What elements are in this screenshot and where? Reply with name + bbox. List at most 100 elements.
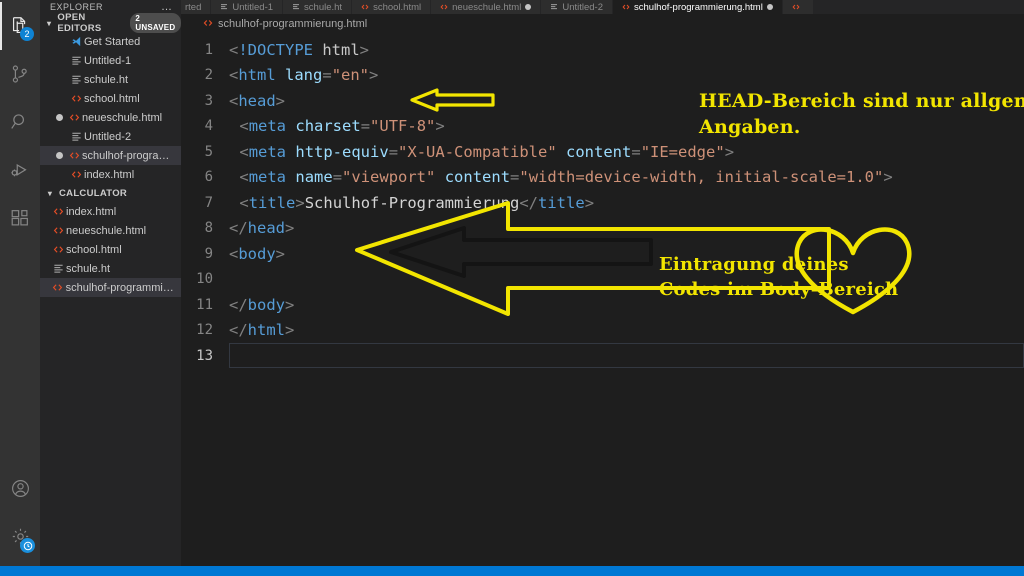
- list-item[interactable]: schulhof-progra…: [40, 146, 181, 165]
- activity-item-accounts[interactable]: [0, 464, 40, 512]
- code-line[interactable]: 4 <meta charset="UTF-8">: [181, 114, 1024, 140]
- text-file-icon: [220, 3, 228, 11]
- code-token: "width=device-width, initial-scale=1.0": [519, 168, 884, 187]
- code-token: >: [724, 142, 735, 161]
- tab-neueschule-html[interactable]: neueschule.html: [431, 0, 542, 14]
- tab-school-html[interactable]: school.html: [352, 0, 432, 14]
- code-line-text: <meta http-equiv="X-UA-Compatible" conte…: [229, 143, 1024, 161]
- section-header-calculator[interactable]: ▾ CALCULATOR: [40, 184, 181, 202]
- list-item[interactable]: Untitled-1: [40, 51, 181, 70]
- code-token: >: [285, 295, 295, 314]
- code-line[interactable]: 12 </html>: [181, 318, 1024, 344]
- code-line[interactable]: 7 <title>Schulhof-Programmierung</title>: [181, 190, 1024, 216]
- html-file-icon: [50, 206, 66, 217]
- code-line[interactable]: 8 </head>: [181, 216, 1024, 242]
- code-line[interactable]: 1 <!DOCTYPE html>: [181, 37, 1024, 63]
- more-actions-icon[interactable]: …: [161, 2, 173, 13]
- list-item[interactable]: Get Started: [40, 32, 181, 51]
- code-editor[interactable]: 1 <!DOCTYPE html> 2 <html lang="en"> 3 <head>…: [181, 34, 1024, 576]
- code-line[interactable]: 2 <html lang="en">: [181, 63, 1024, 89]
- breadcrumb[interactable]: schulhof-programmierung.html: [181, 14, 1024, 34]
- line-number: 4: [204, 118, 213, 135]
- tab-overflow[interactable]: [782, 0, 814, 14]
- code-line-text: <!DOCTYPE html>: [229, 41, 1024, 59]
- html-file-icon: [66, 150, 82, 161]
- list-item[interactable]: schule.ht: [40, 70, 181, 89]
- list-item-label: Untitled-1: [84, 54, 132, 67]
- list-item-label: Untitled-2: [84, 130, 132, 143]
- code-line-text: </head>: [229, 219, 1024, 237]
- list-item[interactable]: school.html: [40, 89, 181, 108]
- calculator-file-list: index.html neueschule.html school.html s…: [40, 202, 181, 297]
- code-line-text: </body>: [229, 296, 1024, 314]
- list-item[interactable]: neueschule.html: [40, 108, 181, 127]
- extensions-icon: [9, 207, 31, 229]
- activity-item-extensions[interactable]: [0, 194, 40, 242]
- chevron-down-icon: ▾: [47, 188, 53, 198]
- html-file-icon: [440, 3, 448, 11]
- dirty-indicator-icon[interactable]: [766, 4, 773, 10]
- code-line[interactable]: 3 <head>: [181, 88, 1024, 114]
- code-line[interactable]: 13: [181, 343, 1024, 369]
- activity-item-run-and-debug[interactable]: [0, 146, 40, 194]
- code-token: <: [229, 66, 239, 85]
- code-token: </: [229, 295, 248, 314]
- code-token: <: [229, 91, 239, 110]
- line-number: 11: [196, 296, 213, 313]
- line-number: 6: [204, 169, 213, 186]
- code-line[interactable]: 11 </body>: [181, 292, 1024, 318]
- line-number: 1: [204, 41, 213, 58]
- line-number: 12: [196, 322, 213, 339]
- activity-item-source-control[interactable]: [0, 50, 40, 98]
- html-file-icon: [50, 282, 66, 293]
- code-line-text: <html lang="en">: [229, 66, 1024, 84]
- tab-schule-ht[interactable]: schule.ht: [283, 0, 353, 14]
- status-bar[interactable]: [0, 566, 1024, 576]
- code-line[interactable]: 9 <body>: [181, 241, 1024, 267]
- line-number: 10: [196, 271, 213, 288]
- dirty-indicator-icon: [52, 152, 66, 159]
- list-item-label: schule.ht: [84, 73, 129, 86]
- code-line-text: <meta name="viewport" content="width=dev…: [229, 168, 1024, 186]
- activity-item-explorer[interactable]: 2: [0, 2, 40, 50]
- account-icon: [10, 478, 31, 499]
- list-item-label: schule.ht: [66, 262, 111, 275]
- list-item[interactable]: neueschule.html: [40, 221, 181, 240]
- tab-untitled-2[interactable]: Untitled-2: [541, 0, 613, 14]
- activity-item-manage[interactable]: [0, 512, 40, 560]
- code-token: content: [566, 142, 632, 161]
- tab-schulhof-programmierung-html[interactable]: schulhof-programmierung.html: [613, 0, 783, 14]
- code-token: "viewport": [342, 168, 436, 187]
- clock-icon: [20, 538, 35, 553]
- code-line[interactable]: 10: [181, 267, 1024, 293]
- editor-area: rted Untitled-1 schule.ht school.html ne…: [181, 0, 1024, 576]
- tab-untitled-1[interactable]: Untitled-1: [211, 0, 284, 14]
- dirty-indicator-icon[interactable]: [525, 4, 532, 10]
- text-file-icon: [68, 55, 84, 66]
- list-item[interactable]: index.html: [40, 202, 181, 221]
- line-number: 3: [204, 92, 213, 109]
- code-token: >: [285, 321, 295, 340]
- list-item[interactable]: index.html: [40, 165, 181, 184]
- tab-rted[interactable]: rted: [181, 0, 212, 14]
- list-item[interactable]: school.html: [40, 240, 181, 259]
- list-item-label: neueschule.html: [66, 224, 147, 237]
- list-item[interactable]: schule.ht: [40, 259, 181, 278]
- code-line[interactable]: 6 <meta name="viewport" content="width=d…: [181, 165, 1024, 191]
- code-token: "IE=edge": [640, 142, 725, 161]
- activity-item-search[interactable]: [0, 98, 40, 146]
- code-line[interactable]: 5 <meta http-equiv="X-UA-Compatible" con…: [181, 139, 1024, 165]
- section-header-open-editors[interactable]: ▾ OPEN EDITORS 2 UNSAVED: [40, 12, 181, 34]
- code-token: >: [584, 193, 595, 212]
- code-token: =: [332, 168, 343, 187]
- code-token: >: [883, 168, 893, 187]
- list-item[interactable]: Untitled-2: [40, 127, 181, 146]
- line-number: 5: [204, 143, 213, 160]
- list-item[interactable]: schulhof-programmie…: [40, 278, 181, 297]
